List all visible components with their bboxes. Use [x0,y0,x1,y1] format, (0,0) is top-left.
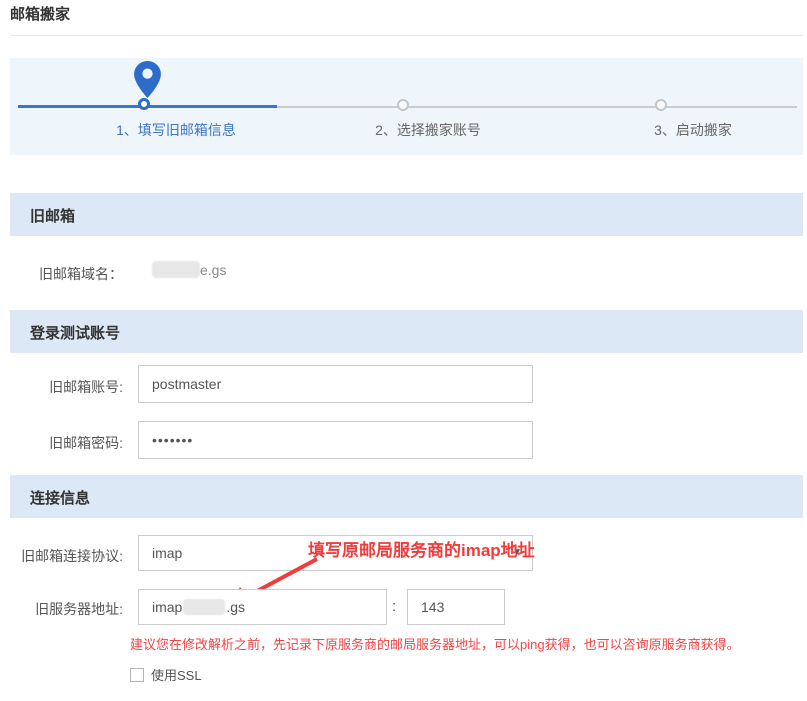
old-account-label: 旧邮箱账号: [0,377,123,397]
old-password-label: 旧邮箱密码: [0,433,123,453]
server-address-input[interactable]: imap .gs [138,589,387,625]
section-header-login-test: 登录测试账号 [10,310,803,353]
step-1-label: 1、填写旧邮箱信息 [66,120,286,140]
section-header-connection: 连接信息 [10,475,803,518]
step-3-marker [655,99,667,111]
protocol-label: 旧邮箱连接协议: [0,546,123,566]
step-2-label: 2、选择搬家账号 [318,120,538,140]
domain-suffix: e.gs [200,262,226,278]
server-suffix: .gs [226,599,245,615]
location-pin-icon [134,61,161,99]
dns-hint-text: 建议您在修改解析之前，先记录下原服务商的邮局服务器地址，可以ping获得，也可以… [130,634,740,653]
step-1-marker [138,98,150,110]
step-3-label: 3、启动搬家 [583,120,803,140]
page-title: 邮箱搬家 [10,3,70,24]
redacted-blur [152,261,200,278]
mailbox-migration-page: 邮箱搬家 1、填写旧邮箱信息 2、选择搬家账号 3、启动搬家 旧邮箱 旧邮箱域名… [0,0,807,701]
old-domain-value: e.gs [152,261,226,278]
divider [10,35,803,36]
section-title: 连接信息 [30,487,90,508]
step-2-marker [397,99,409,111]
section-title: 登录测试账号 [30,322,120,343]
ssl-label: 使用SSL [151,665,202,684]
ssl-checkbox[interactable] [130,668,144,682]
server-address-label: 旧服务器地址: [0,599,123,619]
old-domain-label: 旧邮箱域名： [0,264,123,284]
section-title: 旧邮箱 [30,205,75,226]
protocol-selected-value: imap [152,545,182,561]
redacted-blur [183,599,225,615]
old-password-input[interactable] [138,421,533,459]
progress-track-remaining [277,106,797,108]
step-wizard: 1、填写旧邮箱信息 2、选择搬家账号 3、启动搬家 [10,58,803,155]
port-separator: : [392,598,396,615]
ssl-option-row[interactable]: 使用SSL [130,665,202,684]
old-account-input[interactable] [138,365,533,403]
server-prefix: imap [152,599,182,615]
imap-annotation-text: 填写原邮局服务商的imap地址 [308,536,535,561]
section-header-old-mailbox: 旧邮箱 [10,193,803,236]
port-input[interactable] [407,589,505,625]
